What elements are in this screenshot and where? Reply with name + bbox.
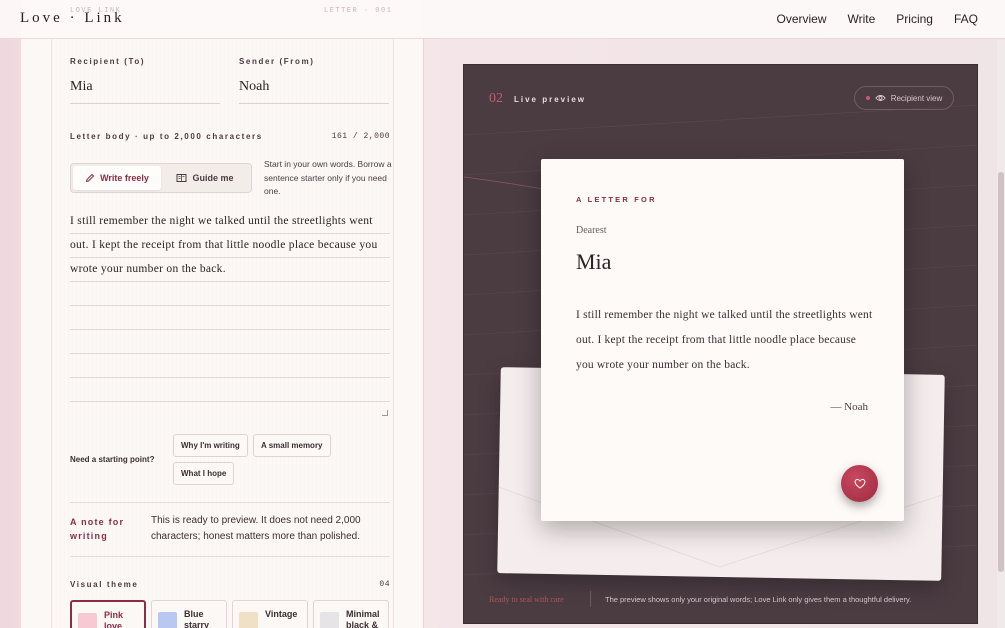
- theme-vintage[interactable]: Vintage: [232, 600, 308, 628]
- theme-card-label: Vintage: [265, 609, 298, 619]
- recipient-field: Recipient (To) Mia: [70, 57, 220, 104]
- ghost-letter-label: LETTER · 001: [324, 7, 393, 15]
- recipient-view-button[interactable]: Recipient view: [854, 86, 954, 110]
- preview-footer-note: The preview shows only your original wor…: [605, 595, 912, 604]
- write-freely-button[interactable]: Write freely: [73, 166, 161, 190]
- theme-swatch: [239, 612, 258, 628]
- theme-card-label: Blue starry: [184, 609, 210, 628]
- page-scrollbar[interactable]: [997, 40, 1005, 628]
- note-text: This is ready to preview. It does not ne…: [151, 515, 361, 542]
- seal-heart-button[interactable]: [841, 465, 878, 502]
- nav-links: Overview Write Pricing FAQ: [777, 12, 979, 26]
- chip-small-memory[interactable]: A small memory: [253, 434, 331, 457]
- theme-swatch: [320, 612, 339, 628]
- pencil-icon: [85, 173, 95, 183]
- resize-handle[interactable]: [382, 410, 388, 416]
- theme-minimal[interactable]: Minimal black &: [313, 600, 389, 628]
- writing-mode-toggle: Write freely Guide me: [70, 163, 252, 193]
- letter-kicker: A LETTER FOR: [576, 195, 657, 204]
- guide-me-button[interactable]: Guide me: [161, 166, 249, 190]
- nav-faq[interactable]: FAQ: [954, 12, 978, 26]
- theme-blue-starry[interactable]: Blue starry: [151, 600, 227, 628]
- preview-step-number: 02: [489, 91, 503, 106]
- status-dot: [865, 96, 870, 100]
- note-title: A note for writing: [70, 517, 125, 541]
- nav-overview[interactable]: Overview: [777, 12, 827, 26]
- letter-body-label: Letter body · up to 2,000 characters: [70, 132, 263, 141]
- chip-why-writing[interactable]: Why I'm writing: [173, 434, 248, 457]
- sender-field: Sender (From) Noah: [239, 57, 389, 104]
- recipient-label: Recipient (To): [70, 57, 146, 66]
- starting-point-label: Need a starting point?: [70, 455, 155, 464]
- theme-count: 04: [379, 580, 390, 589]
- scrollbar-thumb[interactable]: [998, 172, 1004, 572]
- sender-label: Sender (From): [239, 57, 315, 66]
- ready-to-seal-text: Ready to seal with care: [489, 595, 564, 604]
- divider: [70, 502, 390, 503]
- theme-swatch: [158, 612, 177, 628]
- guide-me-label: Guide me: [192, 173, 234, 183]
- theme-label: Visual theme: [70, 580, 139, 589]
- preview-title: Live preview: [514, 95, 587, 104]
- letter-salutation: Dearest: [576, 225, 607, 236]
- theme-swatch: [78, 613, 97, 628]
- theme-card-label: Pink love: [104, 610, 124, 628]
- footer-separator: [590, 591, 591, 607]
- theme-header: Visual theme 04: [70, 580, 390, 589]
- mode-hint: Start in your own words. Borrow a senten…: [264, 159, 392, 196]
- recipient-view-label: Recipient view: [890, 93, 943, 103]
- letter-text: I still remember the night we talked unt…: [70, 215, 378, 275]
- top-nav: Love · Link Overview Write Pricing FAQ: [0, 0, 1005, 39]
- write-freely-label: Write freely: [100, 173, 149, 183]
- ghost-brand-label: LOVE LINK: [70, 7, 122, 15]
- book-icon: [176, 174, 187, 182]
- letter-preview-body: I still remember the night we talked unt…: [576, 309, 873, 371]
- eye-icon: [874, 95, 886, 101]
- live-preview-panel: 02 Live preview Recipient view A LETTER …: [463, 64, 978, 624]
- heart-icon: [854, 478, 865, 489]
- nav-pricing[interactable]: Pricing: [896, 12, 933, 26]
- character-counter: 161 / 2,000: [331, 132, 390, 141]
- sender-input[interactable]: Noah: [239, 79, 389, 104]
- theme-pink-love[interactable]: Pink love: [70, 600, 146, 628]
- letter-textarea[interactable]: I still remember the night we talked unt…: [70, 210, 390, 418]
- letter-signature: — Noah: [830, 401, 868, 413]
- recipient-input[interactable]: Mia: [70, 79, 220, 104]
- divider: [70, 556, 390, 557]
- letter-body-header: Letter body · up to 2,000 characters 161…: [70, 132, 390, 141]
- letter-recipient-name: Mia: [576, 249, 612, 274]
- chip-what-hope[interactable]: What I hope: [173, 462, 235, 485]
- nav-write[interactable]: Write: [848, 12, 876, 26]
- theme-card-label: Minimal black &: [346, 609, 380, 628]
